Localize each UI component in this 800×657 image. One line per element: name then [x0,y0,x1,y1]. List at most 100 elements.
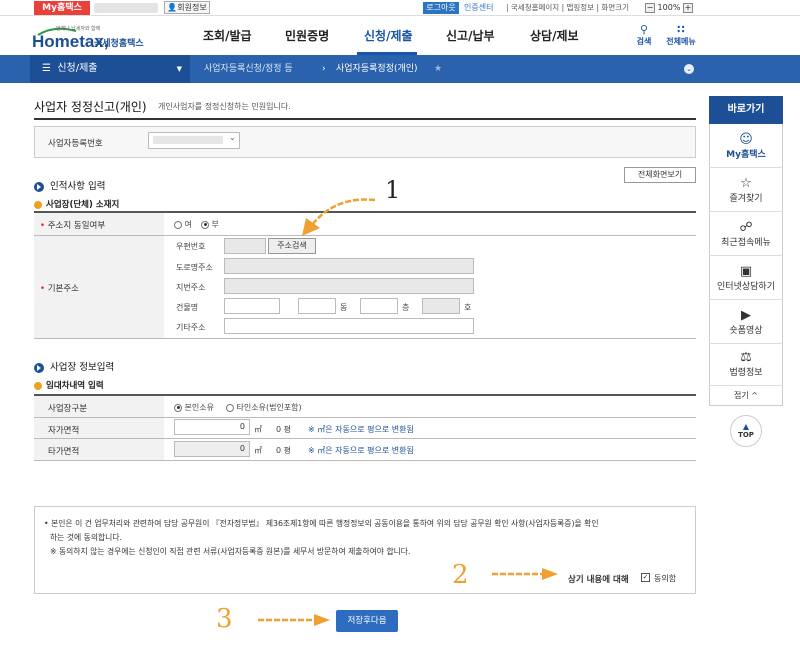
breadcrumb-first-label: 신청/제출 [57,63,98,74]
dong-field[interactable] [298,298,336,314]
nav-inquiry[interactable]: 조회/발급 [203,17,252,55]
ho-suffix: 호 [464,303,472,312]
section-title: 인적사항 입력 [50,181,106,192]
radio-own-label: 본인소유 [184,403,214,412]
cert-center-link[interactable]: 인증센터 [464,2,493,14]
grid-icon: ∷ [677,23,685,36]
nav-consult[interactable]: 상담/제보 [530,17,579,55]
chevron-up-icon: ▲ [742,422,750,431]
quick-recent[interactable]: ☍ 최근접속메뉴 [709,213,783,256]
consent-line: 하는 것에 동의합니다. [50,533,122,542]
agree-checkbox[interactable]: ✓ [641,573,650,582]
same-address-yes[interactable]: 여 [174,219,192,230]
annotation-arrow-1 [302,198,376,236]
logo-graphic: 언제나 납세자와 함께 Hometax, 국세청홈택스 [32,25,144,51]
rent-area-field[interactable]: 0 [174,441,250,457]
zoom-out-button[interactable]: − [645,2,655,13]
quick-shortform[interactable]: ▶ 숏폼영상 [709,301,783,344]
self-area-field[interactable]: 0 [174,419,250,435]
nav-application[interactable]: 신청/제출 [364,17,413,55]
monitor-icon: ▣ [739,264,753,279]
quick-item-label: 법령정보 [729,368,763,378]
convert-note: ※ ㎡은 자동으로 평으로 변환됨 [308,425,414,434]
full-view-button[interactable]: 전체화면보기 [624,167,696,183]
zipcode-field[interactable] [224,238,266,254]
subsection-bullet-icon [34,381,42,390]
other-address-field[interactable] [224,318,474,334]
annotation-arrow-3 [258,614,330,626]
section-title: 사업장 정보입력 [50,362,115,373]
same-address-label: 주소지 동일여부 [40,219,105,231]
quick-favorites[interactable]: ☆ 즐겨찾기 [709,169,783,212]
zoom-in-button[interactable]: + [682,2,693,13]
annotation-arrow-2 [492,568,558,580]
agree-text[interactable]: 동의함 [654,573,676,584]
quick-item-label: 최근접속메뉴 [721,238,771,248]
building-name-field[interactable] [224,298,280,314]
radio-no[interactable] [201,220,209,229]
all-menu-label: 전체메뉴 [666,37,696,46]
search-icon: ⚲ [639,23,649,36]
page-description: 개인사업자를 정정신청하는 민원입니다. [158,102,291,111]
nav-certificate[interactable]: 민원증명 [285,17,329,55]
save-next-button[interactable]: 저장후다음 [336,610,398,632]
radio-other[interactable] [226,403,234,412]
quick-consult[interactable]: ▣ 인터넷상담하기 [709,257,783,300]
breadcrumb-sep-icon: › [322,64,326,74]
convert-note: ※ ㎡은 자동으로 평으로 변환됨 [308,446,414,455]
row-divider [34,417,696,418]
quick-myhometax[interactable]: ☺ My홈택스 [709,125,783,168]
breadcrumb-third[interactable]: 사업자등록정정(개인) [336,55,418,83]
breadcrumb-second[interactable]: 사업자등록신청/정정 등 [204,55,293,83]
lot-address-field[interactable] [224,278,474,294]
radio-own[interactable] [174,403,182,412]
search-label: 검색 [636,37,652,46]
radio-other-label: 타인소유(법인포함) [236,403,302,412]
pyeong-value: 0 평 [276,425,291,434]
search-button[interactable]: ⚲ 검색 [632,24,656,47]
scroll-top-button[interactable]: ▲ TOP [730,415,762,447]
radio-yes[interactable] [174,220,182,229]
site-type-other[interactable]: 타인소유(법인포함) [226,402,302,413]
radio-no-label: 부 [211,220,219,229]
address-search-button[interactable]: 주소검색 [268,238,316,254]
biz-number-label: 사업자등록번호 [48,139,103,149]
hometax-logo[interactable]: 언제나 납세자와 함께 Hometax, 국세청홈택스 [32,22,162,52]
member-info-button[interactable]: 👤회원정보 [164,1,210,14]
myhometax-badge[interactable]: My홈택스 [34,1,90,15]
annotation-number-2: 2 [452,560,469,590]
user-name-blurred [94,3,158,13]
pyeong-value: 0 평 [276,446,291,455]
nav-report[interactable]: 신고/납부 [446,17,495,55]
rent-area-label: 타가면적 [48,447,80,457]
zoom-level: 100% [657,3,681,12]
floor-suffix: 층 [402,303,410,312]
all-menu-button[interactable]: ∷ 전체메뉴 [662,24,700,47]
lot-address-label: 지번주소 [176,283,206,292]
sidebar-fold-button[interactable]: 접기 ^ [709,386,783,406]
consent-text: • 본인은 이 건 업무처리와 관련하여 담당 공무원이 『전자정부법』 제36… [44,517,684,559]
ho-field[interactable] [422,298,460,314]
title-divider [34,118,696,120]
quick-law[interactable]: ⚖ 법령정보 [709,343,783,386]
menu-icon: ☰ [42,63,58,74]
section-personal-info: 인적사항 입력 [34,178,105,192]
subsection-bullet-icon [34,200,42,209]
table-bottom-border [34,460,696,461]
road-address-field[interactable] [224,258,474,274]
logo-subtext: 국세청홈택스 [94,37,144,49]
floor-field[interactable] [360,298,398,314]
logout-button[interactable]: 로그아웃 [423,2,459,14]
top-label: TOP [738,431,754,439]
quick-item-label: 숏폼영상 [729,326,763,336]
member-info-label: 회원정보 [177,3,207,12]
quick-links-title: 바로가기 [709,96,783,124]
top-links[interactable]: | 국세청홈페이지 | 맵핑정보 | 화면크기 [506,2,629,14]
same-address-no[interactable]: 부 [201,219,219,230]
zoom-control: − 100% + [645,2,693,14]
site-type-own[interactable]: 본인소유 [174,402,214,413]
star-icon[interactable]: ★ [434,55,442,83]
gavel-icon: ⚖ [740,350,752,365]
breadcrumb-first[interactable]: ☰ 신청/제출 ▼ [30,55,190,83]
chevron-down-icon[interactable]: ⌄ [684,64,694,74]
